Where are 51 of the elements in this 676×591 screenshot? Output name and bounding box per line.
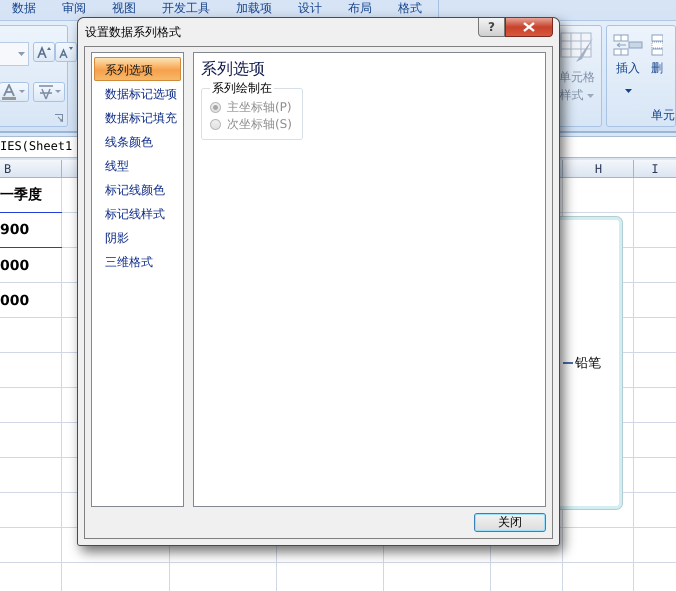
ribbon-tab[interactable]: 格式 <box>398 0 422 16</box>
group-title: 系列绘制在 <box>211 80 273 97</box>
column-header[interactable]: I <box>651 162 659 176</box>
delete-cells-icon <box>651 34 663 56</box>
close-icon <box>523 22 535 32</box>
caret-icon <box>587 94 594 98</box>
ribbon-tab[interactable]: 加载项 <box>236 0 272 16</box>
column-header[interactable]: B <box>4 162 12 176</box>
font-color-icon <box>2 84 26 100</box>
caret-icon <box>18 52 25 56</box>
caret-icon <box>624 89 632 93</box>
ribbon-tab[interactable]: 布局 <box>348 0 372 16</box>
legend-label: 铅笔 <box>575 355 601 372</box>
font-color-button[interactable] <box>0 82 29 102</box>
shrink-font-icon <box>59 46 73 58</box>
radio-label: 次坐标轴(S) <box>227 116 292 133</box>
grow-font-button[interactable] <box>33 42 55 62</box>
dialog-launcher-icon[interactable] <box>55 114 63 122</box>
phonetic-button[interactable] <box>33 82 65 102</box>
help-button[interactable]: ? <box>478 18 505 37</box>
section-heading: 系列选项 <box>201 59 265 80</box>
close-button[interactable]: 关闭 <box>474 513 546 532</box>
ribbon-tab[interactable]: 视图 <box>112 0 136 16</box>
category-item[interactable]: 阴影 <box>94 225 181 249</box>
category-item[interactable]: 标记线样式 <box>94 201 181 225</box>
table-cell: 一季度 <box>0 178 62 213</box>
group-label: 单元 <box>651 107 675 124</box>
close-button[interactable] <box>505 18 553 37</box>
category-item[interactable]: 标记线颜色 <box>94 177 181 201</box>
table-cell-text: 000 <box>0 292 30 310</box>
category-item[interactable]: 线型 <box>94 153 181 177</box>
radio-label: 主坐标轴(P) <box>227 99 292 116</box>
ribbon-tab[interactable]: 审阅 <box>62 0 86 16</box>
grow-font-icon <box>37 46 51 58</box>
phonetic-icon <box>36 84 62 100</box>
ribbon-tab[interactable]: 设计 <box>298 0 322 16</box>
shrink-font-button[interactable] <box>55 42 77 62</box>
ribbon-tab[interactable]: 开发工具 <box>162 0 210 16</box>
column-header[interactable]: H <box>594 162 602 176</box>
table-cell-text: 000 <box>0 256 30 276</box>
category-item[interactable]: 数据标记填充 <box>94 105 181 129</box>
category-item[interactable]: 线条颜色 <box>94 129 181 153</box>
insert-cells-icon <box>613 34 643 56</box>
delete-button[interactable]: 删 <box>651 34 663 93</box>
insert-button[interactable]: 插入 <box>613 34 643 93</box>
category-item[interactable]: 三维格式 <box>94 249 181 273</box>
category-item[interactable]: 数据标记选项 <box>94 81 181 105</box>
category-item[interactable]: 系列选项 <box>94 57 181 81</box>
ribbon-tab[interactable]: 数据 <box>12 0 36 16</box>
dialog-title: 设置数据系列格式 <box>85 24 182 41</box>
table-cell: 900 <box>0 213 62 248</box>
